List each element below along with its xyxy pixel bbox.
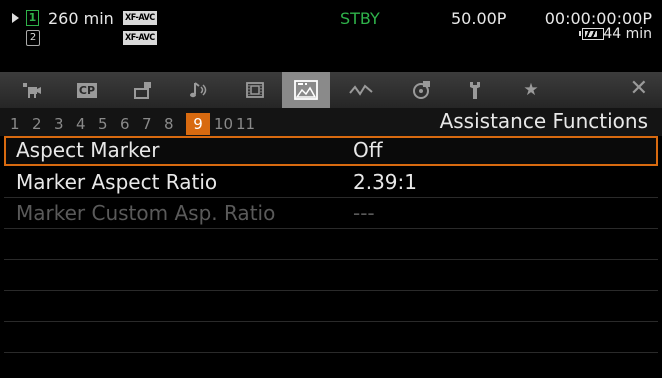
menu-item-label: Aspect Marker	[16, 138, 160, 162]
star-icon[interactable]: ★	[510, 72, 552, 108]
camera-setup-icon[interactable]	[122, 72, 164, 108]
page-number-2[interactable]: 2	[32, 113, 54, 135]
menu-empty-row	[4, 323, 658, 353]
assistance-functions-icon[interactable]	[282, 72, 330, 108]
wave-output-icon[interactable]	[340, 72, 382, 108]
menu-empty-row	[4, 292, 658, 322]
page-selector: 1 2 3 4 5 6 7 8 9 10 11 Assistance Functions	[0, 108, 662, 136]
menu-item-label: Marker Aspect Ratio	[16, 170, 218, 194]
close-icon[interactable]: ✕	[630, 78, 648, 100]
menu-item-aspect-marker[interactable]: Aspect Marker Off	[4, 136, 658, 166]
movie-camera-icon[interactable]	[10, 72, 52, 108]
record-status: STBY	[340, 9, 380, 28]
menu-item-marker-custom-asp-ratio: Marker Custom Asp. Ratio ---	[4, 199, 658, 229]
menu-title: Assistance Functions	[439, 109, 648, 133]
page-number-10[interactable]: 10	[214, 113, 236, 135]
battery-remaining-time: 44 min	[603, 26, 652, 42]
play-mode-icon	[12, 13, 19, 23]
page-number-8[interactable]: 8	[164, 113, 186, 135]
film-icon[interactable]	[234, 72, 276, 108]
page-number-6[interactable]: 6	[120, 113, 142, 135]
card-slot-1-icon: 1	[26, 10, 39, 26]
menu-empty-row	[4, 261, 658, 291]
battery-icon	[579, 28, 604, 40]
menu-item-value: ---	[353, 201, 375, 225]
page-number-1[interactable]: 1	[10, 113, 32, 135]
page-number-3[interactable]: 3	[54, 113, 76, 135]
wrench-icon[interactable]	[454, 72, 496, 108]
page-number-4[interactable]: 4	[76, 113, 98, 135]
card-slot-2-icon: 2	[26, 30, 40, 46]
proxy-format-badge: XF-AVC	[123, 31, 157, 45]
menu-item-value: 2.39:1	[353, 170, 417, 194]
menu-item-value: Off	[353, 138, 383, 162]
menu-list: Aspect Marker Off Marker Aspect Ratio 2.…	[0, 136, 662, 378]
custom-picture-icon[interactable]: CP	[66, 72, 108, 108]
menu-tab-bar: CP ★ ✕	[0, 72, 662, 108]
menu-item-marker-aspect-ratio[interactable]: Marker Aspect Ratio 2.39:1	[4, 168, 658, 198]
audio-icon[interactable]	[178, 72, 220, 108]
menu-empty-row	[4, 354, 658, 378]
page-number-7[interactable]: 7	[142, 113, 164, 135]
page-number-5[interactable]: 5	[98, 113, 120, 135]
menu-empty-row	[4, 230, 658, 260]
menu-item-label: Marker Custom Asp. Ratio	[16, 201, 276, 225]
frame-rate: 50.00P	[451, 9, 507, 28]
recording-media-icon[interactable]	[400, 72, 442, 108]
page-number-11[interactable]: 11	[236, 113, 258, 135]
page-number-9[interactable]: 9	[186, 113, 210, 135]
remaining-record-time: 260 min	[48, 9, 114, 28]
recording-format-badge: XF-AVC	[123, 11, 157, 25]
status-bar: 1 260 min XF-AVC XF-AVC 2 STBY 50.00P 00…	[0, 0, 662, 72]
